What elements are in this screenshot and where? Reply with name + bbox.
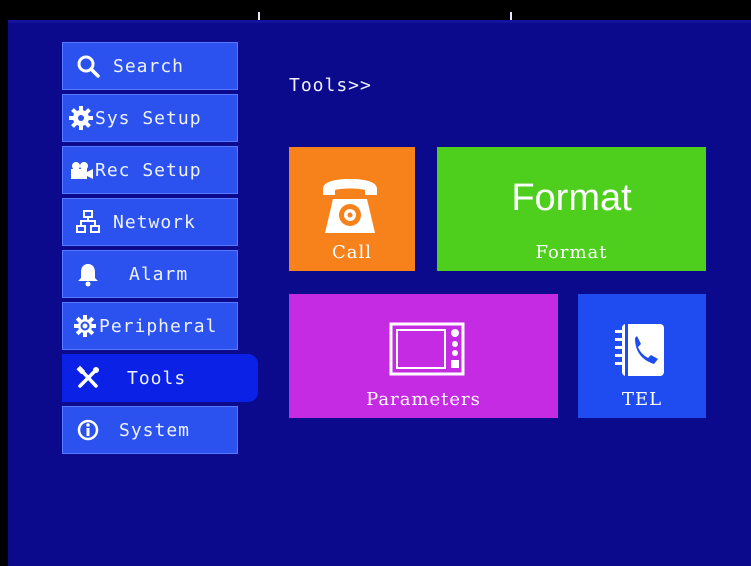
monitor-icon [389,322,465,380]
search-icon [71,49,105,83]
format-label: Format [535,242,608,263]
gear-icon [67,101,95,135]
menu-item-label: Network [113,211,196,233]
tools-icon [71,361,105,395]
menu-item-rec-setup[interactable]: Rec Setup [62,146,238,194]
tel-label: TEL [621,389,663,410]
video-camera-icon [67,153,95,187]
menu-item-label: Rec Setup [95,159,202,181]
bell-icon [71,257,105,291]
telephone-icon [319,179,381,239]
peripheral-gear-icon [71,309,99,343]
format-title: Format [511,177,632,219]
info-icon [71,413,105,447]
menu-item-system[interactable]: System [62,406,238,454]
menu-item-peripheral[interactable]: Peripheral [62,302,238,350]
menu-item-label: Sys Setup [95,107,202,129]
phonebook-icon [612,322,668,382]
menu-item-label: Search [113,55,185,77]
menu-item-label: System [119,419,191,441]
menu-item-sys-setup[interactable]: Sys Setup [62,94,238,142]
parameters-label: Parameters [366,389,481,410]
menu-item-label: Alarm [129,263,189,285]
tel-tile[interactable]: TEL [578,294,706,418]
menu-item-label: Peripheral [99,315,218,337]
breadcrumb: Tools>> [289,75,372,96]
call-label: Call [331,242,373,263]
network-icon [71,205,105,239]
menu-item-alarm[interactable]: Alarm [62,250,238,298]
call-tile[interactable]: Call [289,147,415,271]
main-menu: Search Sys Setup Rec Setup Network Alarm… [62,42,258,458]
menu-item-tools[interactable]: Tools [62,354,258,402]
menu-item-search[interactable]: Search [62,42,238,90]
format-tile[interactable]: Format Format [437,147,706,271]
menu-item-network[interactable]: Network [62,198,238,246]
menu-item-label: Tools [127,367,187,389]
parameters-tile[interactable]: Parameters [289,294,558,418]
